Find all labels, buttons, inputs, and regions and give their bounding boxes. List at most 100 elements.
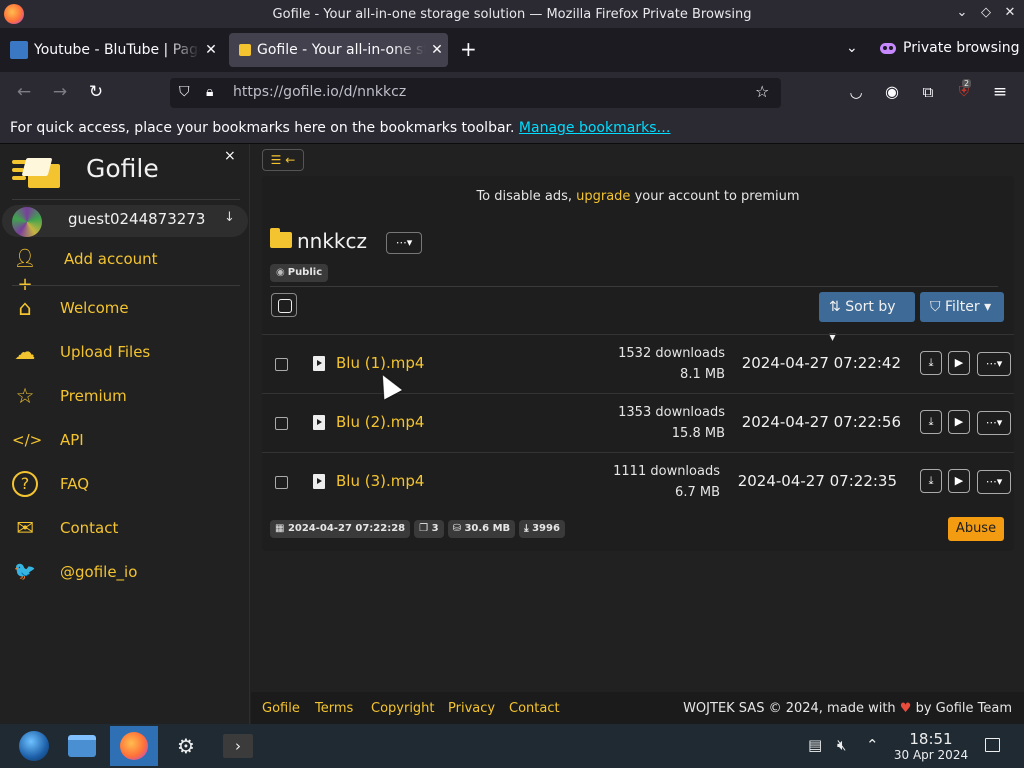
- add-account-button[interactable]: 👤︎+ Add account: [0, 241, 250, 295]
- system-clock[interactable]: 18:51 30 Apr 2024: [893, 730, 969, 762]
- file-name-link[interactable]: Blu (1).mp4: [336, 354, 424, 372]
- forward-button[interactable]: →: [49, 81, 71, 103]
- avatar: [12, 207, 42, 237]
- footer-link-terms[interactable]: Terms: [315, 701, 353, 716]
- shield-icon[interactable]: ⛉: [179, 84, 190, 100]
- filter-button[interactable]: ⛉ Filter ▾: [920, 292, 1004, 322]
- tab-youtube-blutube[interactable]: Youtube - BluTube | Page ✕: [4, 33, 222, 67]
- file-date: 2024-04-27 07:22:56: [741, 413, 901, 431]
- sort-by-button[interactable]: ⇅ Sort by ▾: [819, 292, 915, 345]
- more-options-button[interactable]: ⋯▾: [977, 352, 1011, 376]
- select-all-checkbox[interactable]: [271, 293, 297, 317]
- tab-close-icon[interactable]: ✕: [426, 42, 448, 58]
- file-checkbox[interactable]: [275, 358, 288, 371]
- footer-link-contact[interactable]: Contact: [509, 701, 560, 716]
- account-selector[interactable]: guest0244873273 ↓: [2, 205, 248, 237]
- video-file-icon: [313, 474, 325, 489]
- download-count: 1353 downloads: [618, 405, 725, 420]
- sidebar-item-api[interactable]: </> API: [0, 422, 250, 458]
- sidebar-item-premium[interactable]: ☆ Premium: [0, 378, 250, 414]
- list-all-tabs-chevron-icon[interactable]: ⌄: [846, 40, 858, 56]
- file-name-link[interactable]: Blu (3).mp4: [336, 472, 424, 490]
- report-abuse-button[interactable]: Abuse: [948, 517, 1004, 541]
- start-menu-button[interactable]: [10, 726, 58, 766]
- bookmark-star-icon[interactable]: ☆: [755, 82, 769, 101]
- lock-icon[interactable]: 🔒︎: [206, 84, 213, 100]
- sidebar-close-icon[interactable]: ×: [224, 148, 236, 164]
- tab-bar: Youtube - BluTube | Page ✕ Gofile - Your…: [0, 28, 1024, 72]
- play-video-icon[interactable]: ▶: [948, 351, 970, 375]
- clipboard-icon[interactable]: ▤: [808, 736, 822, 754]
- upgrade-link[interactable]: upgrade: [576, 189, 630, 204]
- manage-bookmarks-link[interactable]: Manage bookmarks…: [519, 120, 671, 136]
- back-button[interactable]: ←: [13, 81, 35, 103]
- user-plus-icon: 👤︎+: [13, 248, 37, 295]
- extensions-puzzle-icon[interactable]: ⧉: [917, 81, 939, 103]
- sidebar-item-label: API: [60, 431, 84, 449]
- folder-options-button[interactable]: ⋯▾: [386, 232, 422, 254]
- play-video-icon[interactable]: ▶: [948, 469, 970, 493]
- reload-button[interactable]: ↻: [85, 81, 107, 103]
- firefox-icon: [120, 732, 148, 760]
- tray-expand-chevron-icon[interactable]: ⌃: [866, 736, 879, 754]
- file-row[interactable]: Blu (3).mp4 1111 downloads 6.7 MB 2024-0…: [262, 452, 1014, 510]
- tab-gofile[interactable]: Gofile - Your all-in-one st ✕: [229, 33, 448, 67]
- play-video-icon[interactable]: ▶: [948, 410, 970, 434]
- maximize-icon[interactable]: ◇: [977, 5, 995, 20]
- footer-link-copyright[interactable]: Copyright: [371, 701, 435, 716]
- firefox-taskbar-button[interactable]: [110, 726, 158, 766]
- file-checkbox[interactable]: [275, 417, 288, 430]
- footer-link-privacy[interactable]: Privacy: [448, 701, 495, 716]
- volume-muted-icon[interactable]: 🔇︎: [837, 736, 846, 754]
- sidebar-item-welcome[interactable]: ⌂ Welcome: [0, 290, 250, 326]
- sidebar-item-twitter[interactable]: 🐦 @gofile_io: [0, 554, 250, 590]
- sidebar-toggle-button[interactable]: ☰ ←: [262, 149, 304, 171]
- more-options-button[interactable]: ⋯▾: [977, 411, 1011, 435]
- terminal-taskbar-button[interactable]: ›: [214, 726, 262, 766]
- divider: [12, 199, 240, 200]
- file-size: 8.1 MB: [680, 367, 725, 382]
- settings-taskbar-button[interactable]: ⚙: [162, 726, 210, 766]
- tab-close-icon[interactable]: ✕: [200, 42, 222, 58]
- divider: [270, 286, 998, 287]
- private-mask-icon: [880, 42, 896, 54]
- window-titlebar: Gofile - Your all-in-one storage solutio…: [0, 0, 1024, 28]
- file-row[interactable]: Blu (2).mp4 1353 downloads 15.8 MB 2024-…: [262, 393, 1014, 451]
- file-name-link[interactable]: Blu (2).mp4: [336, 413, 424, 431]
- sidebar-item-upload-files[interactable]: ☁ Upload Files: [0, 334, 250, 370]
- new-tab-button[interactable]: +: [460, 37, 477, 61]
- code-icon: </>: [12, 431, 43, 449]
- account-arrow-down-icon[interactable]: ↓: [224, 210, 235, 225]
- clock-time: 18:51: [909, 730, 953, 748]
- file-checkbox[interactable]: [275, 476, 288, 489]
- minimize-icon[interactable]: ⌄: [953, 5, 971, 20]
- folder-stats: ▦ 2024-04-27 07:22:28 ❐ 3 ⛁ 30.6 MB ⤓ 39…: [270, 520, 565, 538]
- url-bar[interactable]: ⛉ 🔒︎ https://gofile.io/d/nnkkcz ☆: [170, 78, 781, 108]
- folder-icon: [270, 228, 292, 248]
- show-desktop-icon[interactable]: [985, 738, 1000, 752]
- brand-name[interactable]: Gofile: [86, 154, 159, 183]
- sidebar-item-label: @gofile_io: [60, 563, 138, 581]
- private-browsing-indicator: Private browsing: [880, 40, 1020, 56]
- envelope-icon: ✉: [16, 516, 34, 540]
- firefox-logo-icon: [4, 4, 24, 24]
- bookmarks-toolbar: For quick access, place your bookmarks h…: [0, 112, 1024, 144]
- sidebar-item-faq[interactable]: ? FAQ: [0, 466, 250, 502]
- gofile-logo-icon[interactable]: [12, 150, 62, 190]
- main-content: ☰ ← To disable ads, upgrade your account…: [251, 144, 1024, 724]
- footer-link-gofile[interactable]: Gofile: [262, 701, 300, 716]
- file-manager-button[interactable]: [58, 726, 106, 766]
- account-icon[interactable]: ◉: [881, 81, 903, 103]
- download-file-icon[interactable]: ⤓: [920, 469, 942, 493]
- url-text[interactable]: https://gofile.io/d/nnkkcz: [233, 84, 406, 100]
- download-file-icon[interactable]: ⤓: [920, 410, 942, 434]
- sidebar-item-label: Welcome: [60, 299, 129, 317]
- star-icon: ☆: [15, 384, 35, 408]
- more-options-button[interactable]: ⋯▾: [977, 470, 1011, 494]
- menu-hamburger-icon[interactable]: ≡: [989, 81, 1011, 103]
- sidebar-item-contact[interactable]: ✉ Contact: [0, 510, 250, 546]
- download-count: 1532 downloads: [618, 346, 725, 361]
- download-file-icon[interactable]: ⤓: [920, 351, 942, 375]
- pocket-icon[interactable]: ◡: [845, 81, 867, 103]
- close-window-icon[interactable]: ✕: [1001, 5, 1019, 20]
